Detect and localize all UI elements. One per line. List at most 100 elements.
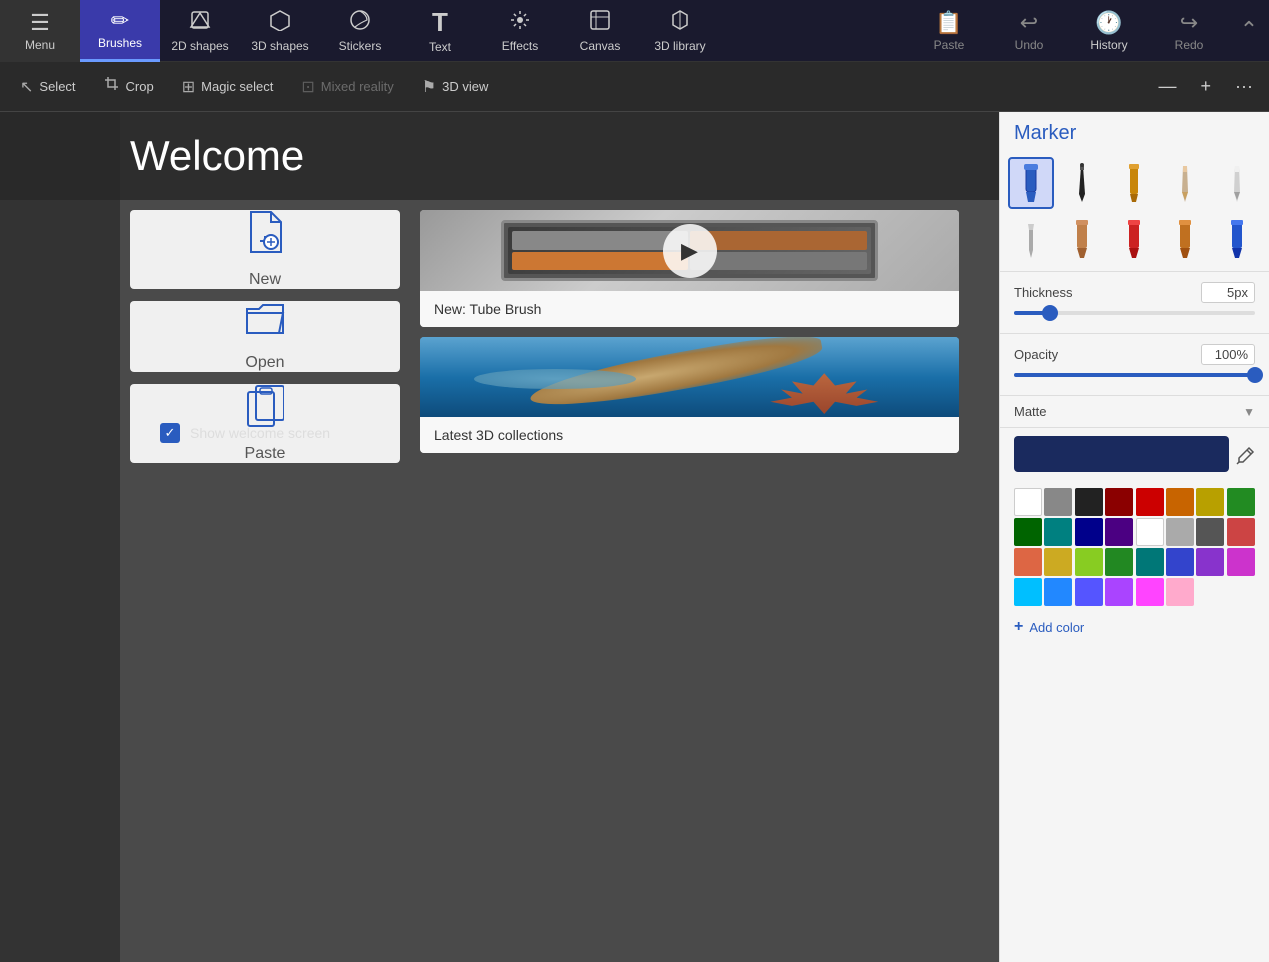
brush-marker-5[interactable] bbox=[1111, 213, 1157, 265]
brush-marker-1[interactable] bbox=[1008, 157, 1054, 209]
more-options-btn[interactable]: ··· bbox=[1227, 72, 1261, 101]
color-swatch[interactable] bbox=[1105, 488, 1133, 516]
main-area: Welcome bbox=[0, 112, 1269, 962]
brush-marker-3[interactable] bbox=[1111, 157, 1157, 209]
thickness-thumb[interactable] bbox=[1042, 305, 1058, 321]
play-button[interactable]: ▶ bbox=[663, 224, 717, 278]
opacity-thumb[interactable] bbox=[1247, 367, 1263, 383]
tube-brush-card[interactable]: ▶ New: Tube Brush bbox=[420, 210, 959, 327]
color-swatch[interactable] bbox=[1196, 548, 1224, 576]
color-swatch[interactable] bbox=[1227, 518, 1255, 546]
subtoolbar-mixed-reality: ⊡ Mixed reality bbox=[289, 71, 405, 103]
menu-icon: ☰ bbox=[30, 10, 50, 36]
active-color-bar[interactable] bbox=[1014, 436, 1229, 472]
opacity-slider[interactable] bbox=[1014, 373, 1255, 377]
color-swatch[interactable] bbox=[1166, 518, 1194, 546]
canvas-icon bbox=[589, 9, 611, 37]
color-swatch[interactable] bbox=[1227, 548, 1255, 576]
toolbar-collapse-btn[interactable]: ⌃ bbox=[1229, 0, 1269, 62]
toolbar-history-label: History bbox=[1090, 38, 1127, 52]
subtoolbar-3dview-label: 3D view bbox=[442, 79, 488, 94]
color-swatch[interactable] bbox=[1014, 488, 1042, 516]
3dlibrary-icon bbox=[669, 9, 691, 37]
color-swatch[interactable] bbox=[1105, 548, 1133, 576]
new-card[interactable]: New bbox=[130, 210, 400, 289]
brushes-icon: ✏ bbox=[111, 8, 129, 34]
color-swatch[interactable] bbox=[1136, 548, 1164, 576]
color-swatch[interactable] bbox=[1166, 548, 1194, 576]
texture-row[interactable]: Matte ▼ bbox=[1000, 396, 1269, 428]
brush-marker-2[interactable] bbox=[1059, 157, 1105, 209]
color-swatch[interactable] bbox=[1044, 518, 1072, 546]
toolbar-stickers[interactable]: Stickers bbox=[320, 0, 400, 62]
color-swatch[interactable] bbox=[1166, 488, 1194, 516]
2dshapes-icon bbox=[189, 9, 211, 37]
color-swatch[interactable] bbox=[1075, 518, 1103, 546]
toolbar-effects[interactable]: Effects bbox=[480, 0, 560, 62]
panel-title: Marker bbox=[1000, 112, 1269, 151]
brush-pencil-3[interactable] bbox=[1008, 213, 1054, 265]
sub-toolbar: ↖ Select Crop ⊞ Magic select ⊡ Mixed rea… bbox=[0, 62, 1269, 112]
toolbar-undo[interactable]: ↩ Undo bbox=[989, 0, 1069, 62]
toolbar-paste[interactable]: 📋 Paste bbox=[909, 0, 989, 62]
add-color-label: Add color bbox=[1029, 620, 1084, 635]
brush-marker-6[interactable] bbox=[1162, 213, 1208, 265]
3d-collections-card[interactable]: Latest 3D collections bbox=[420, 337, 959, 454]
toolbar-menu-label: Menu bbox=[25, 38, 55, 52]
effects-icon bbox=[509, 9, 531, 37]
subtoolbar-3dview[interactable]: ⚑ 3D view bbox=[410, 71, 501, 103]
show-welcome-checkbox[interactable]: ✓ bbox=[160, 423, 180, 443]
color-swatch[interactable] bbox=[1014, 548, 1042, 576]
color-swatch[interactable] bbox=[1075, 548, 1103, 576]
color-swatch[interactable] bbox=[1044, 488, 1072, 516]
toolbar-menu[interactable]: ☰ Menu bbox=[0, 0, 80, 62]
color-swatch[interactable] bbox=[1044, 548, 1072, 576]
opacity-section: Opacity 100% bbox=[1000, 334, 1269, 396]
welcome-cards-area: New Open bbox=[0, 200, 999, 463]
zoom-out-btn[interactable]: — bbox=[1151, 72, 1185, 101]
toolbar-right: 📋 Paste ↩ Undo 🕐 History ↪ Redo ⌃ bbox=[909, 0, 1269, 62]
color-swatch[interactable] bbox=[1196, 518, 1224, 546]
new-card-label: New bbox=[249, 271, 281, 289]
brush-pencil-2[interactable] bbox=[1214, 157, 1260, 209]
color-swatch[interactable] bbox=[1196, 488, 1224, 516]
eyedropper-button[interactable] bbox=[1235, 446, 1255, 471]
add-color-button[interactable]: + Add color bbox=[1014, 614, 1255, 640]
color-swatch[interactable] bbox=[1105, 518, 1133, 546]
color-swatch[interactable] bbox=[1136, 518, 1164, 546]
new-file-icon bbox=[245, 210, 285, 263]
color-grid bbox=[1014, 488, 1255, 606]
toolbar-text[interactable]: T Text bbox=[400, 0, 480, 62]
toolbar-brushes[interactable]: ✏ Brushes bbox=[80, 0, 160, 62]
toolbar-canvas[interactable]: Canvas bbox=[560, 0, 640, 62]
toolbar-3dshapes[interactable]: 3D shapes bbox=[240, 0, 320, 62]
subtoolbar-select[interactable]: ↖ Select bbox=[8, 71, 88, 103]
toolbar-2dshapes[interactable]: 2D shapes bbox=[160, 0, 240, 62]
toolbar-redo[interactable]: ↪ Redo bbox=[1149, 0, 1229, 62]
color-swatch[interactable] bbox=[1014, 578, 1042, 606]
show-welcome-row[interactable]: ✓ Show welcome screen bbox=[160, 423, 330, 443]
color-swatch[interactable] bbox=[1105, 578, 1133, 606]
color-swatch[interactable] bbox=[1014, 518, 1042, 546]
opacity-value: 100% bbox=[1201, 344, 1255, 365]
color-swatch[interactable] bbox=[1136, 488, 1164, 516]
thickness-section: Thickness 5px bbox=[1000, 272, 1269, 334]
brush-marker-7[interactable] bbox=[1214, 213, 1260, 265]
color-swatch[interactable] bbox=[1166, 578, 1194, 606]
color-swatch[interactable] bbox=[1044, 578, 1072, 606]
zoom-in-btn[interactable]: + bbox=[1193, 72, 1220, 101]
brush-pencil-1[interactable] bbox=[1162, 157, 1208, 209]
open-card[interactable]: Open bbox=[130, 301, 400, 372]
toolbar-3dlibrary[interactable]: 3D library bbox=[640, 0, 720, 62]
toolbar-history[interactable]: 🕐 History bbox=[1069, 0, 1149, 62]
thickness-slider[interactable] bbox=[1014, 311, 1255, 315]
subtoolbar-magic-select[interactable]: ⊞ Magic select bbox=[170, 71, 286, 103]
color-swatch[interactable] bbox=[1075, 578, 1103, 606]
color-swatch[interactable] bbox=[1136, 578, 1164, 606]
color-swatch[interactable] bbox=[1227, 488, 1255, 516]
subtoolbar-crop[interactable]: Crop bbox=[92, 70, 166, 103]
toolbar-3dlibrary-label: 3D library bbox=[654, 39, 705, 53]
top-toolbar: ☰ Menu ✏ Brushes 2D shapes 3D shapes Sti… bbox=[0, 0, 1269, 62]
brush-marker-4[interactable] bbox=[1059, 213, 1105, 265]
color-swatch[interactable] bbox=[1075, 488, 1103, 516]
